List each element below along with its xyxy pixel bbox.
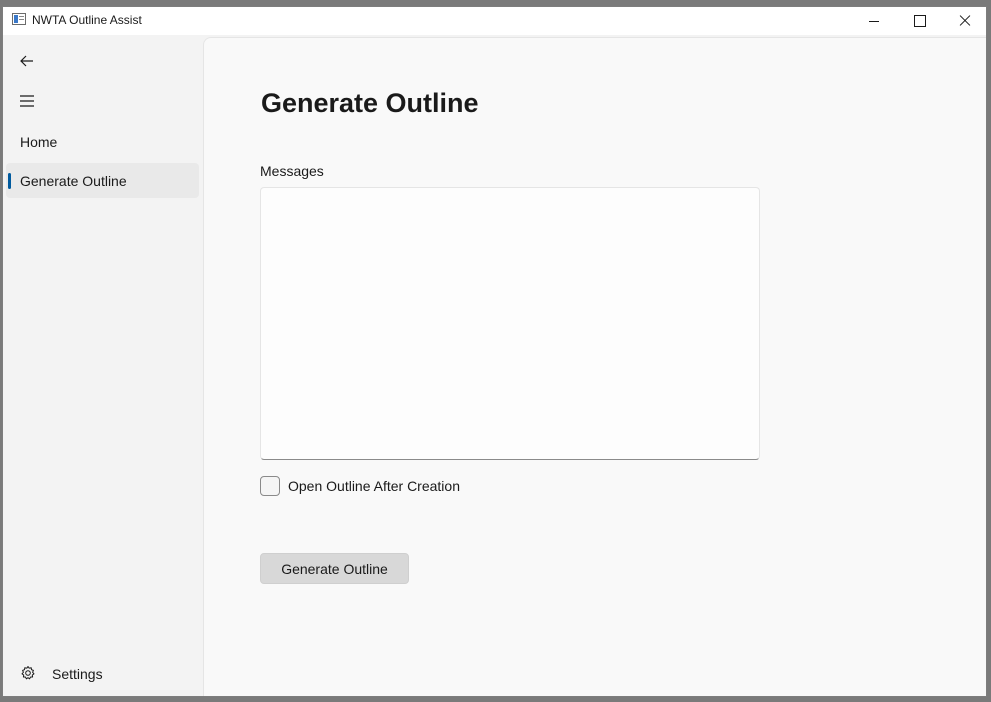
messages-label: Messages	[260, 163, 324, 179]
nav-item-generate-outline[interactable]: Generate Outline	[6, 163, 199, 198]
generate-outline-button[interactable]: Generate Outline	[260, 553, 409, 584]
back-button[interactable]	[15, 51, 39, 71]
minimize-button[interactable]	[850, 7, 896, 35]
maximize-button[interactable]	[896, 7, 942, 35]
page-title: Generate Outline	[261, 88, 479, 118]
open-outline-checkbox[interactable]	[260, 476, 280, 496]
close-button[interactable]	[942, 7, 986, 35]
nav-menu-toggle[interactable]	[15, 91, 39, 111]
content-panel: Generate Outline Messages Open Outline A…	[203, 37, 986, 696]
window-title: NWTA Outline Assist	[32, 13, 142, 27]
settings-label: Settings	[52, 666, 103, 682]
title-bar[interactable]: NWTA Outline Assist	[3, 7, 986, 35]
selection-indicator	[8, 173, 11, 189]
app-window: NWTA Outline Assist Home Generate Outlin…	[2, 6, 987, 697]
gear-icon	[21, 666, 35, 680]
hamburger-icon	[20, 95, 34, 107]
back-arrow-icon	[20, 55, 33, 67]
messages-input[interactable]	[260, 187, 760, 460]
nav-item-label: Home	[20, 134, 58, 150]
app-window-icon	[12, 13, 26, 25]
nav-item-settings[interactable]: Settings	[6, 657, 199, 691]
nav-item-home[interactable]: Home	[6, 124, 199, 159]
open-outline-checkbox-label[interactable]: Open Outline After Creation	[288, 478, 460, 494]
nav-item-label: Generate Outline	[20, 173, 127, 189]
